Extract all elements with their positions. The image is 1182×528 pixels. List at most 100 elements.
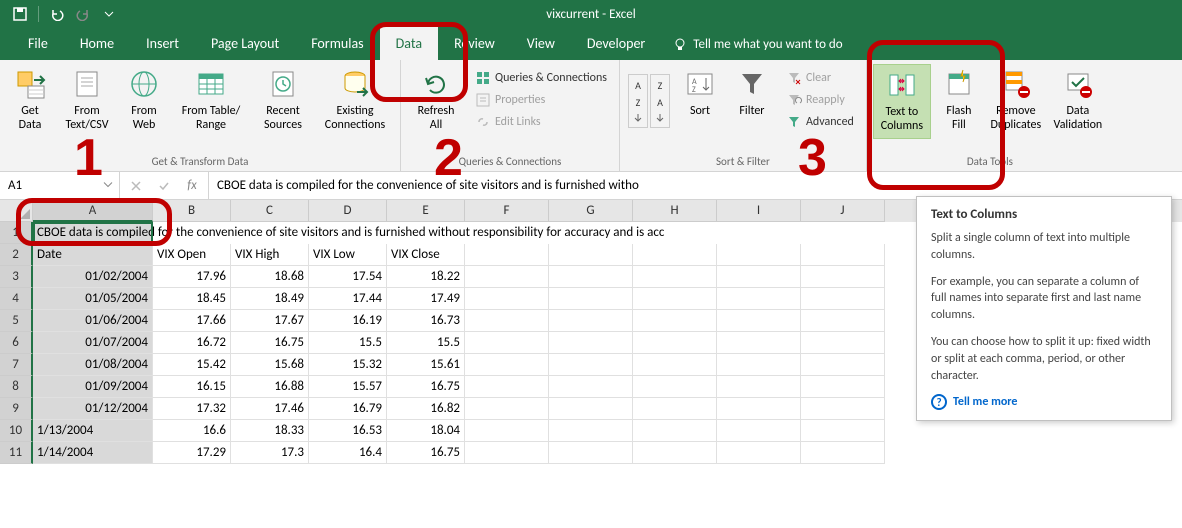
cell[interactable] [801,376,885,398]
flash-fill-button[interactable]: Flash Fill [935,64,983,137]
cell[interactable]: 1/13/2004 [33,420,153,442]
cell[interactable] [801,332,885,354]
cell[interactable]: 18.33 [231,420,309,442]
cell[interactable]: 18.68 [231,266,309,288]
cell[interactable] [717,266,801,288]
row-header[interactable]: 8 [0,376,33,398]
cell[interactable] [717,376,801,398]
data-validation-button[interactable]: Data Validation [1049,64,1107,137]
tell-me-search[interactable]: Tell me what you want to do [661,29,854,60]
cell[interactable] [801,310,885,332]
select-all-button[interactable] [0,200,33,222]
fx-icon[interactable]: fx [182,176,202,196]
cell[interactable]: 17.3 [231,442,309,464]
cell[interactable]: 16.82 [387,398,465,420]
cell[interactable]: 18.45 [153,288,231,310]
row-header[interactable]: 6 [0,332,33,354]
cell[interactable] [717,244,801,266]
cell[interactable]: 18.49 [231,288,309,310]
tab-file[interactable]: File [12,27,64,60]
name-box[interactable] [0,172,120,199]
cancel-formula-icon[interactable] [126,176,146,196]
qat-customize-icon[interactable] [97,2,121,26]
col-header-H[interactable]: H [633,200,717,222]
cell[interactable]: 16.4 [309,442,387,464]
sort-az-button[interactable]: AZ [628,74,648,128]
tab-review[interactable]: Review [438,27,511,60]
col-header-A[interactable]: A [33,200,153,222]
cell[interactable]: 15.32 [309,354,387,376]
cell[interactable] [549,420,633,442]
cell[interactable]: 16.88 [231,376,309,398]
cell[interactable]: 01/09/2004 [33,376,153,398]
cell[interactable]: 18.22 [387,266,465,288]
row-header[interactable]: 1 [0,222,33,244]
cell[interactable] [717,332,801,354]
row-header[interactable]: 10 [0,420,33,442]
row-header[interactable]: 4 [0,288,33,310]
cell[interactable]: 15.57 [309,376,387,398]
cell[interactable] [465,288,549,310]
cell[interactable] [465,266,549,288]
col-header-B[interactable]: B [153,200,231,222]
from-text-csv-button[interactable]: From Text/CSV [58,64,116,137]
cell[interactable] [465,420,549,442]
text-to-columns-button[interactable]: Text to Columns [873,64,931,139]
formula-input[interactable]: CBOE data is compiled for the convenienc… [209,172,1182,199]
cell[interactable]: CBOE data is compiled for the convenienc… [33,222,153,244]
cell[interactable]: 17.67 [231,310,309,332]
cell[interactable] [717,420,801,442]
cell[interactable] [633,332,717,354]
undo-icon[interactable] [45,2,69,26]
reapply-button[interactable]: Reapply [782,90,858,110]
cell[interactable] [633,420,717,442]
cell[interactable] [549,442,633,464]
cells[interactable]: CBOE data is compiled for the convenienc… [33,222,885,464]
properties-button[interactable]: Properties [471,90,611,110]
cell[interactable]: 17.96 [153,266,231,288]
cell[interactable]: 17.32 [153,398,231,420]
cell[interactable] [801,398,885,420]
edit-links-button[interactable]: Edit Links [471,112,611,132]
cell[interactable] [465,376,549,398]
cell[interactable] [801,420,885,442]
row-header[interactable]: 5 [0,310,33,332]
get-data-button[interactable]: Get Data [6,64,54,137]
cell[interactable]: 15.61 [387,354,465,376]
cell[interactable]: 17.54 [309,266,387,288]
cell[interactable]: 16.6 [153,420,231,442]
cell[interactable] [549,398,633,420]
enter-formula-icon[interactable] [154,176,174,196]
cell[interactable] [717,288,801,310]
cell[interactable]: 15.5 [309,332,387,354]
cell[interactable]: 16.75 [387,442,465,464]
recent-sources-button[interactable]: Recent Sources [254,64,312,137]
cell[interactable]: 15.5 [387,332,465,354]
cell[interactable]: 16.73 [387,310,465,332]
cell[interactable]: 16.15 [153,376,231,398]
cell[interactable] [633,310,717,332]
cell[interactable]: 16.75 [387,376,465,398]
from-web-button[interactable]: From Web [120,64,168,137]
tab-formulas[interactable]: Formulas [295,27,379,60]
cell[interactable]: 01/08/2004 [33,354,153,376]
cell[interactable] [717,354,801,376]
cell[interactable]: 16.19 [309,310,387,332]
cell[interactable] [465,354,549,376]
tab-data[interactable]: Data [380,27,438,60]
cell[interactable]: 17.44 [309,288,387,310]
cell[interactable] [549,266,633,288]
sort-button[interactable]: AZ Sort [676,64,724,122]
col-header-E[interactable]: E [387,200,465,222]
cell[interactable]: 16.79 [309,398,387,420]
row-header[interactable]: 11 [0,442,33,464]
cell[interactable]: 15.68 [231,354,309,376]
tab-home[interactable]: Home [64,27,130,60]
tab-view[interactable]: View [511,27,571,60]
name-box-dropdown-icon[interactable] [103,178,113,193]
col-header-D[interactable]: D [309,200,387,222]
cell[interactable] [549,310,633,332]
tell-me-more-link[interactable]: ? Tell me more [931,394,1157,410]
cell[interactable]: 01/12/2004 [33,398,153,420]
cell[interactable] [633,354,717,376]
